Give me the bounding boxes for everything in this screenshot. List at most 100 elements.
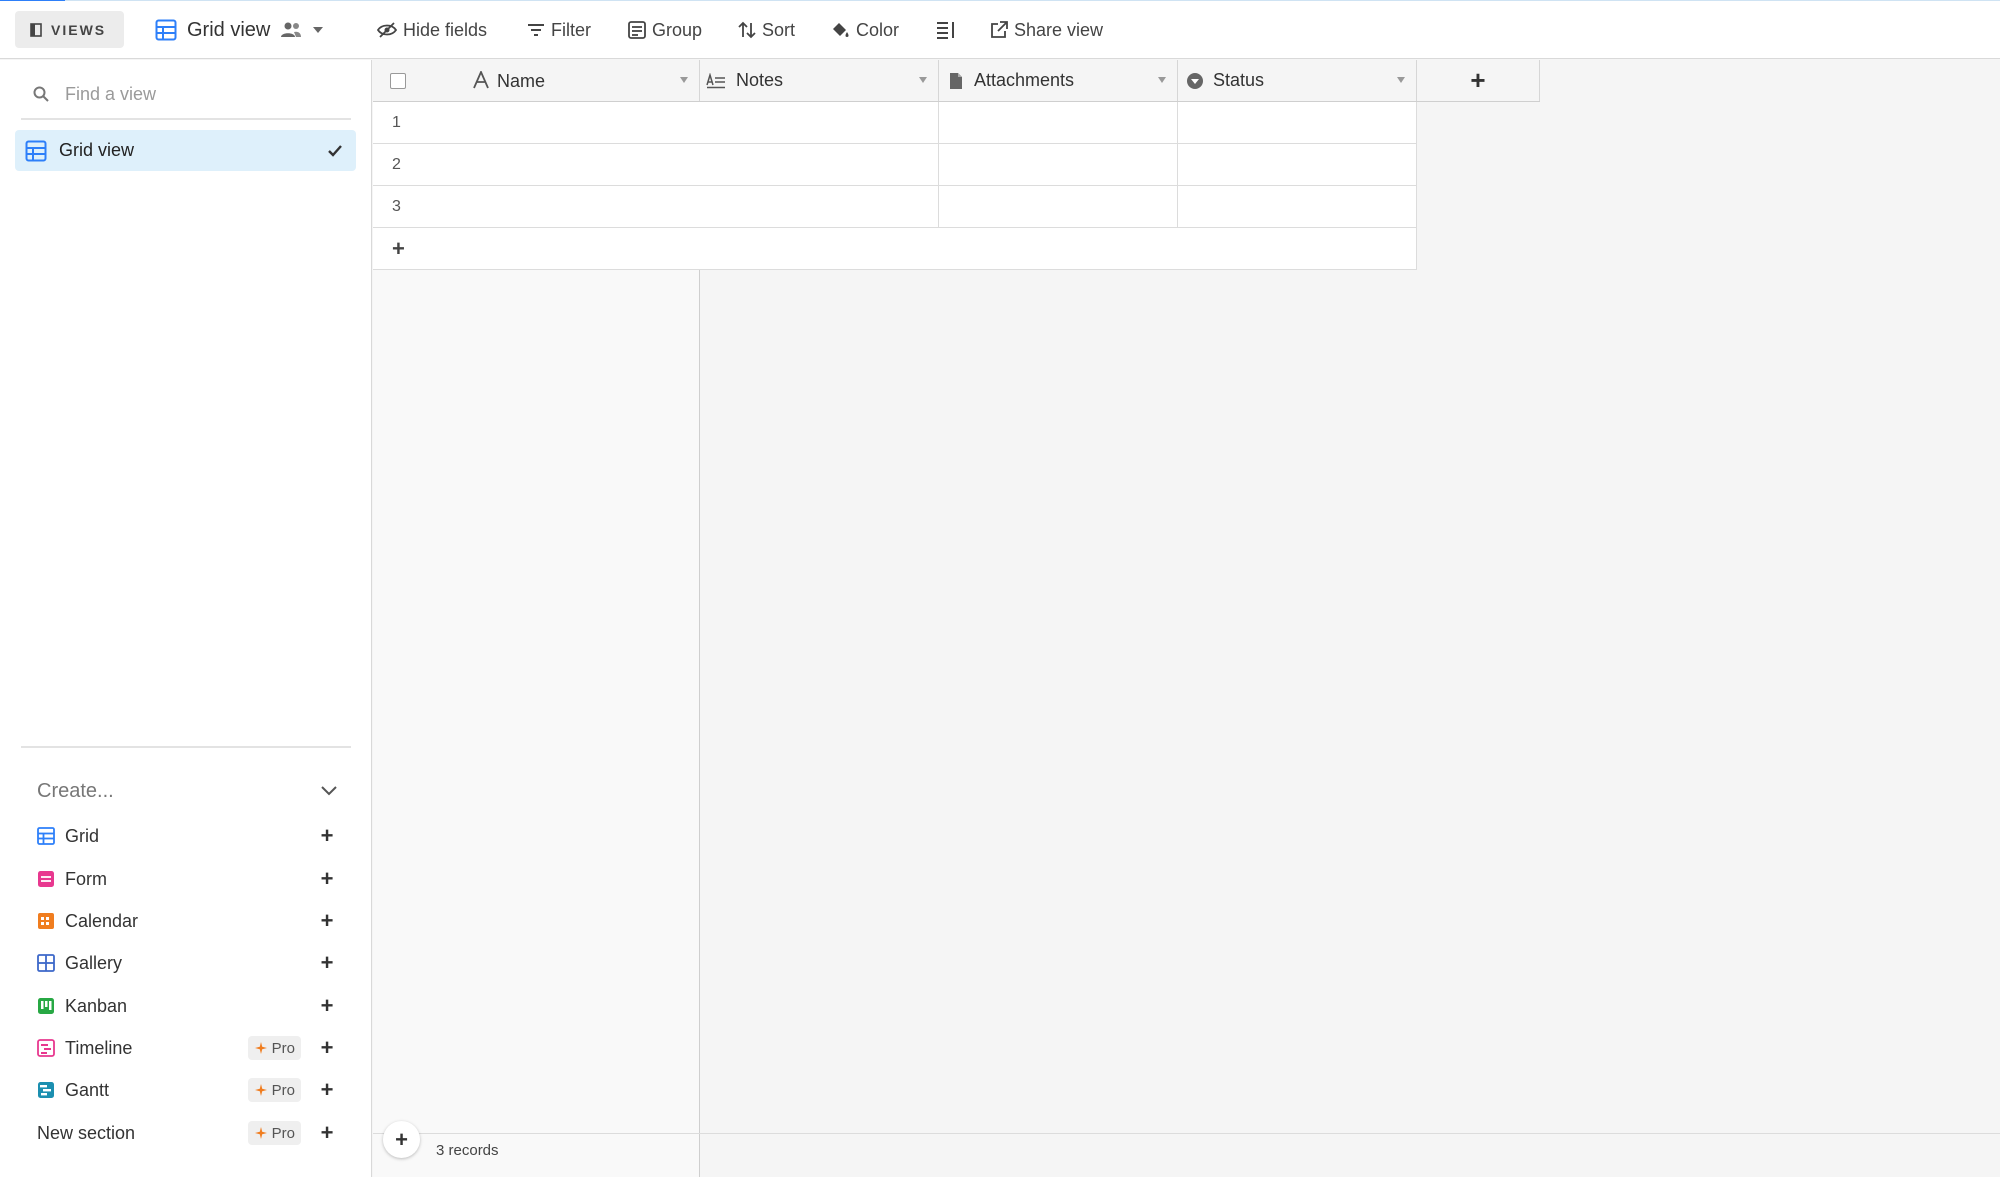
find-view-search bbox=[21, 70, 351, 120]
chevron-down-icon bbox=[680, 77, 688, 83]
current-view-name: Grid view bbox=[187, 18, 271, 41]
share-view-button[interactable]: Share view bbox=[990, 15, 1103, 45]
notes-cell[interactable] bbox=[700, 102, 939, 143]
pro-badge: Pro bbox=[247, 1078, 301, 1102]
views-toggle-button[interactable]: VIEWS bbox=[15, 11, 124, 48]
status-cell[interactable] bbox=[1178, 102, 1417, 143]
notes-cell[interactable] bbox=[700, 186, 939, 227]
add-row-label: + bbox=[392, 235, 405, 261]
add-record-button[interactable]: + bbox=[383, 1121, 420, 1158]
add-icon[interactable]: + bbox=[317, 950, 337, 976]
grid-header-row: Name Notes Attachments Status + bbox=[373, 60, 1540, 102]
create-new-section-item[interactable]: New section Pro + bbox=[37, 1116, 337, 1150]
text-a-icon bbox=[473, 71, 489, 89]
table-row bbox=[700, 144, 1417, 186]
sparkle-icon bbox=[254, 1084, 267, 1096]
row-number: 1 bbox=[392, 113, 401, 131]
kanban-icon bbox=[38, 998, 54, 1014]
timeline-icon bbox=[37, 1039, 55, 1057]
add-icon[interactable]: + bbox=[317, 1077, 337, 1103]
row-height-button[interactable] bbox=[936, 15, 956, 45]
summary-bar-divider bbox=[373, 1133, 2000, 1134]
view-switcher[interactable]: Grid view bbox=[155, 15, 324, 45]
notes-cell[interactable] bbox=[700, 144, 939, 185]
hide-fields-button[interactable]: Hide fields bbox=[377, 15, 487, 45]
calendar-icon bbox=[38, 913, 54, 929]
views-sidebar: Grid view Create... Grid + Form + bbox=[0, 60, 372, 1177]
add-icon[interactable]: + bbox=[317, 1120, 337, 1146]
create-grid-item[interactable]: Grid + bbox=[37, 819, 337, 853]
sidebar-view-grid-view[interactable]: Grid view bbox=[15, 130, 356, 171]
pro-badge: Pro bbox=[247, 1121, 301, 1145]
create-gallery-item[interactable]: Gallery + bbox=[37, 946, 337, 980]
pro-label: Pro bbox=[271, 1039, 295, 1057]
create-calendar-item[interactable]: Calendar + bbox=[37, 904, 337, 938]
attachments-cell[interactable] bbox=[939, 102, 1178, 143]
sidebar-toggle-icon bbox=[30, 22, 42, 37]
create-item-label: Gantt bbox=[65, 1079, 110, 1100]
create-kanban-item[interactable]: Kanban + bbox=[37, 989, 337, 1023]
add-icon[interactable]: + bbox=[317, 993, 337, 1019]
status-cell[interactable] bbox=[1178, 186, 1417, 227]
create-form-item[interactable]: Form + bbox=[37, 862, 337, 896]
attachment-icon bbox=[950, 72, 962, 89]
column-header-status[interactable]: Status bbox=[1178, 60, 1417, 101]
paint-bucket-icon bbox=[833, 23, 849, 37]
find-view-input[interactable] bbox=[63, 82, 327, 106]
grid-icon bbox=[25, 140, 47, 161]
share-icon bbox=[991, 21, 1008, 38]
create-item-label: Kanban bbox=[65, 995, 128, 1016]
add-row-extension[interactable] bbox=[700, 228, 1417, 270]
column-label: Notes bbox=[736, 70, 784, 90]
sparkle-icon bbox=[254, 1042, 267, 1054]
record-count: 3 records bbox=[436, 1142, 499, 1159]
table-row bbox=[700, 102, 1417, 144]
column-header-attachments[interactable]: Attachments bbox=[939, 60, 1178, 101]
add-row-cell[interactable] bbox=[700, 228, 1417, 269]
group-icon bbox=[628, 21, 646, 39]
add-row-button[interactable]: + bbox=[373, 228, 700, 270]
search-icon bbox=[33, 86, 49, 102]
collaborators-icon bbox=[281, 22, 302, 37]
select-all-checkbox[interactable] bbox=[390, 73, 406, 89]
add-column-button[interactable]: + bbox=[1417, 60, 1540, 101]
table-row-number[interactable]: 2 bbox=[373, 144, 700, 186]
status-cell[interactable] bbox=[1178, 144, 1417, 185]
pro-badge: Pro bbox=[247, 1036, 301, 1060]
long-text-icon bbox=[706, 72, 725, 88]
create-section-header[interactable]: Create... bbox=[37, 771, 337, 811]
hide-fields-label: Hide fields bbox=[403, 19, 488, 40]
table-row-number[interactable]: 1 bbox=[373, 102, 700, 144]
share-view-label: Share view bbox=[1014, 19, 1104, 40]
grid-icon bbox=[37, 827, 55, 845]
filter-button[interactable]: Filter bbox=[527, 15, 591, 45]
column-header-name[interactable]: Name bbox=[373, 60, 700, 101]
column-header-notes[interactable]: Notes bbox=[700, 60, 939, 101]
sort-button[interactable]: Sort bbox=[738, 15, 795, 45]
add-icon[interactable]: + bbox=[317, 908, 337, 934]
view-toolbar: VIEWS Grid view Hide fields Filter Group… bbox=[0, 1, 2000, 59]
create-label: Create... bbox=[37, 779, 114, 802]
filter-icon bbox=[528, 24, 544, 36]
add-icon[interactable]: + bbox=[317, 866, 337, 892]
attachments-cell[interactable] bbox=[939, 144, 1178, 185]
add-icon[interactable]: + bbox=[317, 1035, 337, 1061]
add-column-label: + bbox=[1470, 65, 1486, 95]
add-icon[interactable]: + bbox=[317, 823, 337, 849]
create-gantt-item[interactable]: Gantt Pro + bbox=[37, 1073, 337, 1107]
hide-eye-icon bbox=[377, 22, 397, 38]
column-label: Name bbox=[497, 71, 546, 91]
status-icon bbox=[1187, 72, 1203, 89]
color-button[interactable]: Color bbox=[830, 15, 899, 45]
color-label: Color bbox=[856, 19, 900, 40]
checkmark-icon bbox=[328, 144, 342, 157]
attachments-cell[interactable] bbox=[939, 186, 1178, 227]
create-item-label: Grid bbox=[65, 825, 100, 846]
table-row-number[interactable]: 3 bbox=[373, 186, 700, 228]
chevron-down-icon bbox=[313, 27, 324, 33]
sidebar-view-label: Grid view bbox=[59, 140, 135, 160]
create-item-label: Form bbox=[65, 868, 107, 889]
create-timeline-item[interactable]: Timeline Pro + bbox=[37, 1031, 337, 1065]
chevron-down-icon bbox=[919, 77, 927, 83]
group-button[interactable]: Group bbox=[628, 15, 702, 45]
